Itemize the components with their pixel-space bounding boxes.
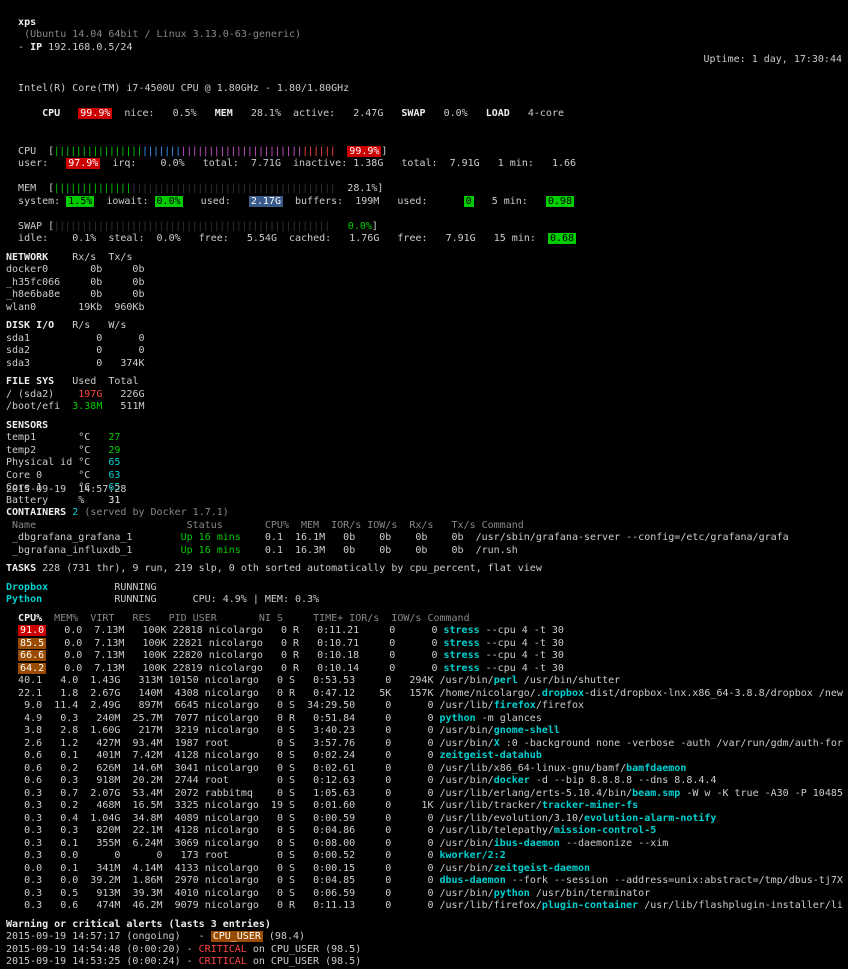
proc-row: 0.3 0.0 39.2M 1.86M 2970 nicolargo 0 S 0… — [6, 875, 706, 888]
cpu-system: 1.5% — [66, 196, 94, 207]
alert-row: 2015-09-19 14:54:48 (0:00:20) - CRITICAL… — [6, 944, 706, 957]
proc-row: 66.6 0.0 7.13M 100K 22820 nicolargo 0 R … — [6, 650, 706, 663]
proc-row: 0.3 0.3 820M 22.1M 4128 nicolargo 0 S 0:… — [6, 825, 706, 838]
proc-row: 0.0 0.1 341M 4.14M 4133 nicolargo 0 S 0:… — [6, 863, 706, 876]
filesys-row: / (sda2) 197G 226G — [6, 389, 136, 402]
uptime-value: 1 day, 17:30:44 — [752, 54, 842, 65]
proc-row: 0.6 0.1 401M 7.42M 4128 nicolargo 0 S 0:… — [6, 750, 706, 763]
network-row: wlan0 19Kb 960Kb — [6, 302, 136, 315]
cpu-model-line: Intel(R) Core(TM) i7-4500U CPU @ 1.80GHz… — [6, 71, 842, 134]
network-row: _h35fc066 0b 0b — [6, 277, 136, 290]
proc-row: 3.8 2.8 1.60G 217M 3219 nicolargo 0 S 3:… — [6, 725, 706, 738]
cpu-pct: 99.9% — [78, 108, 112, 119]
uptime-label: Uptime: — [704, 54, 746, 65]
left-panel: NETWORK Rx/s Tx/s docker0 0b 0b_h35fc066… — [6, 252, 136, 508]
diskio-row: sda1 0 0 — [6, 333, 136, 346]
proc-row: 22.1 1.8 2.67G 140M 4308 nicolargo 0 R 0… — [6, 688, 706, 701]
cpu-label: CPU — [42, 108, 60, 119]
os-info: (Ubuntu 14.04 64bit / Linux 3.13.0-63-ge… — [18, 29, 307, 40]
right-panel: CONTAINERS 2 (served by Docker 1.7.1) Na… — [6, 507, 706, 969]
proc-row: 40.1 4.0 1.43G 313M 10150 nicolargo 0 S … — [6, 675, 706, 688]
proc-row: 85.5 0.0 7.13M 100K 22821 nicolargo 0 R … — [6, 638, 706, 651]
containers-title: CONTAINERS — [6, 507, 66, 518]
filesys-row: /boot/efi 3.38M 511M — [6, 401, 136, 414]
proc-row: 0.3 0.1 355M 6.24M 3069 nicolargo 0 S 0:… — [6, 838, 706, 851]
sensor-row: temp2 °C 29 — [6, 445, 136, 458]
proc-row: 0.3 0.7 2.07G 53.4M 2072 rabbitmq 0 S 1:… — [6, 788, 706, 801]
proc-row: 2.6 1.2 427M 93.4M 1987 root 0 S 3:57.76… — [6, 738, 706, 751]
proc-row: 0.3 0.4 1.04G 34.8M 4089 nicolargo 0 S 0… — [6, 813, 706, 826]
mem-label: MEM — [215, 108, 233, 119]
proc-row: 64.2 0.0 7.13M 100K 22819 nicolargo 0 R … — [6, 663, 706, 676]
header-line: xps (Ubuntu 14.04 64bit / Linux 3.13.0-6… — [6, 4, 842, 67]
top-proc-row: Python RUNNING CPU: 4.9% | MEM: 0.3% — [6, 594, 706, 607]
proc-row: 4.9 0.3 240M 25.7M 7077 nicolargo 0 R 0:… — [6, 713, 706, 726]
proc-row: 0.3 0.6 474M 46.2M 9079 nicolargo 0 R 0:… — [6, 900, 706, 913]
hostname: xps — [18, 17, 36, 28]
proc-row: 0.6 0.2 626M 14.6M 3041 nicolargo 0 S 0:… — [6, 763, 706, 776]
network-row: docker0 0b 0b — [6, 264, 136, 277]
containers-cols: Name Status CPU% MEM IOR/s IOW/s Rx/s Tx… — [6, 520, 706, 533]
load-label: LOAD — [486, 108, 510, 119]
proc-row: 0.6 0.3 918M 20.2M 2744 root 0 S 0:12.63… — [6, 775, 706, 788]
sensors-title: SENSORS — [6, 420, 136, 433]
filesys-title: FILE SYS — [6, 376, 54, 387]
bar-cpu-line: CPU [|||||||||||||||||||||||||||||||||||… — [6, 133, 842, 171]
sensor-row: Battery % 31 — [6, 495, 136, 508]
cpu-user: 97.9% — [66, 158, 100, 169]
footer-timestamp: 2015-09-19 14:57:28 — [6, 484, 126, 497]
proc-row: 0.3 0.2 468M 16.5M 3325 nicolargo 19 S 0… — [6, 800, 706, 813]
alerts-title: Warning or critical alerts (lasts 3 entr… — [6, 919, 706, 932]
proc-row: 9.0 11.4 2.49G 897M 6645 nicolargo 0 S 3… — [6, 700, 706, 713]
sensor-row: Core 0 °C 63 — [6, 470, 136, 483]
proc-row: 0.3 0.0 0 0 173 root 0 S 0:00.52 0 0 kwo… — [6, 850, 706, 863]
diskio-title: DISK I/O — [6, 320, 54, 331]
diskio-row: sda3 0 374K — [6, 358, 136, 371]
tasks-line: TASKS 228 (731 thr), 9 run, 219 slp, 0 o… — [6, 563, 706, 576]
proc-row: 91.0 0.0 7.13M 100K 22818 nicolargo 0 R … — [6, 625, 706, 638]
container-row: _dbgrafana_grafana_1 Up 16 mins 0.1 16.1… — [6, 532, 706, 545]
sensor-row: Physical id °C 65 — [6, 457, 136, 470]
container-row: _bgrafana_influxdb_1 Up 16 mins 0.1 16.3… — [6, 545, 706, 558]
diskio-row: sda2 0 0 — [6, 345, 136, 358]
network-row: _h8e6ba8e 0b 0b — [6, 289, 136, 302]
ip-label: IP — [30, 42, 42, 53]
alert-row: 2015-09-19 14:57:17 (ongoing) - CPU_USER… — [6, 931, 706, 944]
network-title: NETWORK — [6, 252, 48, 263]
proc-row: 0.3 0.5 913M 39.3M 4010 nicolargo 0 S 0:… — [6, 888, 706, 901]
alert-row: 2015-09-19 14:53:25 (0:00:24) - CRITICAL… — [6, 956, 706, 969]
proc-cols: CPU% MEM% VIRT RES PID USER NI S TIME+ I… — [6, 613, 706, 626]
bar-swap-line: SWAP [||||||||||||||||||||||||||||||||||… — [6, 208, 842, 246]
bar-mem-line: MEM [|||||||||||||||||||||||||||||||||||… — [6, 171, 842, 209]
ip-value: 192.168.0.5/24 — [48, 42, 132, 53]
sensor-row: temp1 °C 27 — [6, 432, 136, 445]
top-proc-row: Dropbox RUNNING — [6, 582, 706, 595]
swap-label: SWAP — [401, 108, 425, 119]
